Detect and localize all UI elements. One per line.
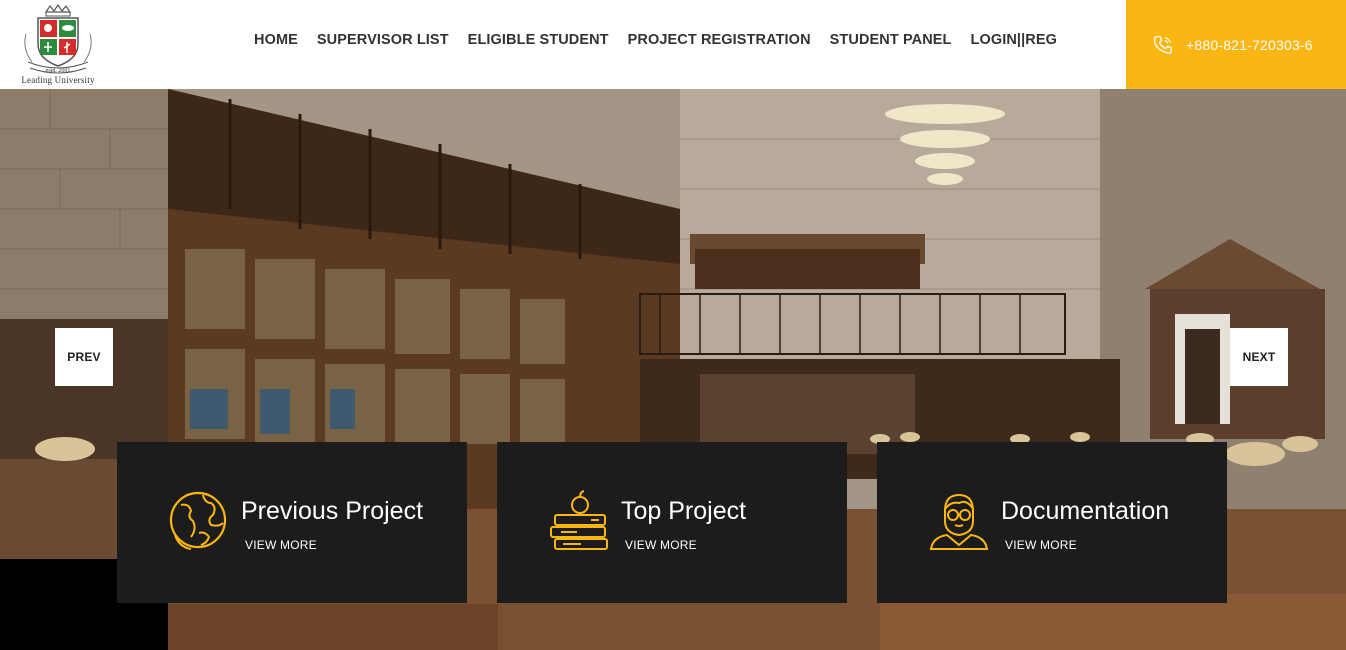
university-logo[interactable]: estd. 2001 Leading University <box>18 3 98 86</box>
crest-icon: estd. 2001 <box>24 3 92 74</box>
view-more-link[interactable]: VIEW MORE <box>625 538 697 552</box>
contact-phone-box[interactable]: +880-821-720303-6 <box>1126 0 1346 89</box>
books-apple-icon <box>550 490 608 550</box>
globe-icon <box>169 491 227 550</box>
estd-text: estd. 2001 <box>46 68 71 74</box>
nav-home[interactable]: HOME <box>254 32 298 48</box>
phone-number: +880-821-720303-6 <box>1186 36 1313 53</box>
card-top-project[interactable]: Top Project VIEW MORE <box>497 442 847 603</box>
card-title: Documentation <box>1001 497 1170 525</box>
card-title: Previous Project <box>241 497 424 525</box>
nav-login-reg[interactable]: LOGIN||REG <box>971 32 1057 48</box>
nav-supervisor-list[interactable]: SUPERVISOR LIST <box>317 32 449 48</box>
view-more-link[interactable]: VIEW MORE <box>1005 538 1077 552</box>
student-glasses-icon <box>929 493 989 550</box>
nav-student-panel[interactable]: STUDENT PANEL <box>830 32 952 48</box>
nav-project-registration[interactable]: PROJECT REGISTRATION <box>628 32 811 48</box>
card-documentation[interactable]: Documentation VIEW MORE <box>877 442 1227 603</box>
prev-button[interactable]: PREV <box>55 328 113 386</box>
main-nav: HOME SUPERVISOR LIST ELIGIBLE STUDENT PR… <box>254 32 1076 48</box>
site-header: estd. 2001 Leading University HOME SUPER… <box>0 0 1346 89</box>
phone-icon <box>1153 35 1172 54</box>
next-button[interactable]: NEXT <box>1230 328 1288 386</box>
card-title: Top Project <box>621 497 747 525</box>
card-previous-project[interactable]: Previous Project VIEW MORE <box>117 442 467 603</box>
university-name: Leading University <box>21 75 95 85</box>
nav-eligible-student[interactable]: ELIGIBLE STUDENT <box>468 32 609 48</box>
view-more-link[interactable]: VIEW MORE <box>245 538 317 552</box>
hero-slider: PREV NEXT Previous Project VIEW MORE Top… <box>0 89 1346 650</box>
